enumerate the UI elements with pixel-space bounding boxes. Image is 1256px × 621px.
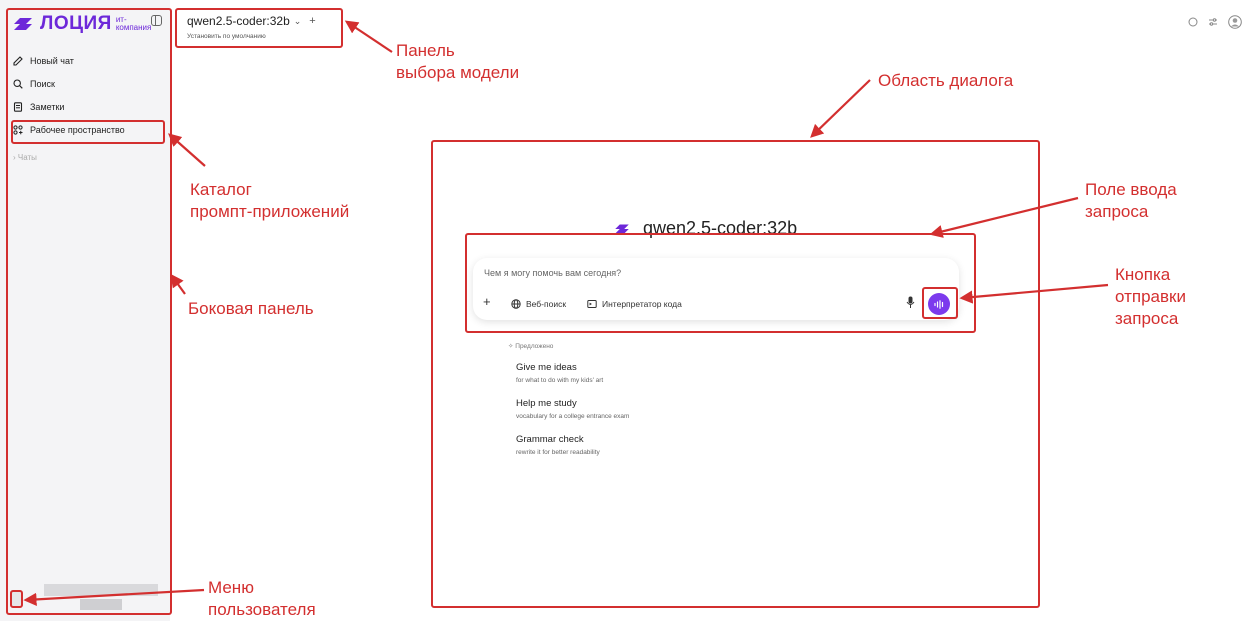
annotation-label-send: Кнопка отправки запроса (1115, 265, 1186, 328)
top-right-toolbar (1188, 15, 1242, 29)
settings-sliders-icon[interactable] (1208, 17, 1218, 27)
annotation-box-model-panel (175, 8, 343, 48)
annotation-label-input: Поле ввода запроса (1085, 180, 1177, 221)
annotation-box-dialog (431, 140, 1040, 608)
annotation-box-send (922, 287, 958, 319)
annotation-box-input (465, 233, 976, 333)
chat-bubble-icon[interactable] (1188, 17, 1198, 27)
annotation-label-catalog: Каталог промпт-приложений (190, 180, 350, 221)
user-avatar-icon[interactable] (1228, 15, 1242, 29)
annotation-box-sidebar (6, 8, 172, 615)
annotation-label-dialog: Область диалога (878, 71, 1014, 90)
annotation-box-catalog (11, 120, 165, 144)
annotation-label-model-panel: Панель выбора модели (396, 41, 520, 82)
annotation-label-sidebar: Боковая панель (188, 299, 314, 318)
annotation-label-user-menu: Меню пользователя (208, 578, 316, 619)
